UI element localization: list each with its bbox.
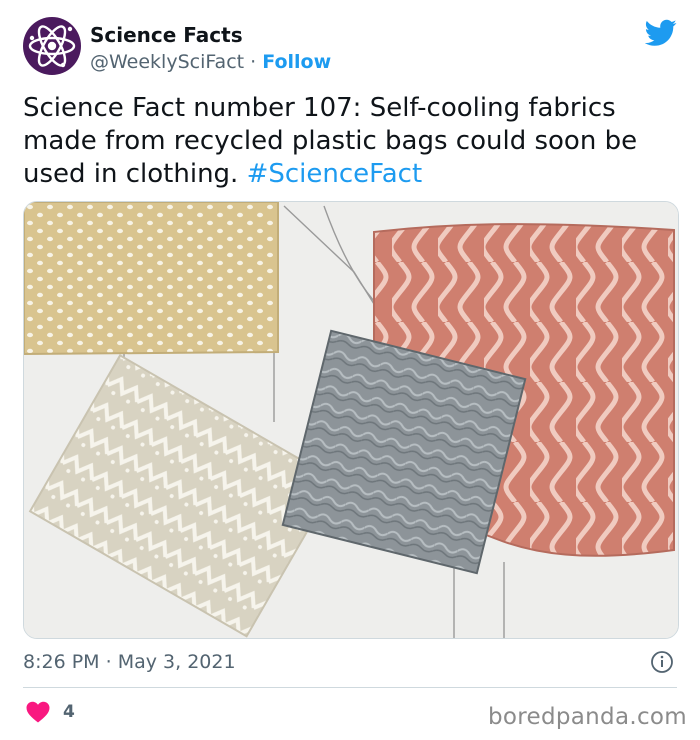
watermark: boredpanda.com — [488, 704, 687, 730]
author-display-name[interactable]: Science Facts — [90, 22, 243, 48]
atom-icon — [28, 25, 76, 68]
tweet-time: 8:26 PM — [23, 651, 100, 673]
author-handle-row: @WeeklySciFact · Follow — [90, 50, 331, 74]
heart-icon[interactable] — [26, 701, 50, 723]
divider — [23, 687, 677, 688]
info-icon[interactable] — [650, 650, 674, 674]
tweet-timestamp[interactable]: 8:26 PM · May 3, 2021 — [23, 650, 236, 674]
hashtag-link[interactable]: #ScienceFact — [247, 159, 423, 189]
twitter-bird-icon[interactable] — [645, 19, 677, 47]
tweet-media[interactable] — [23, 201, 679, 639]
like-count: 4 — [63, 702, 75, 722]
follow-button[interactable]: Follow — [262, 51, 331, 73]
avatar[interactable] — [23, 17, 81, 75]
knitted-fabric-samples-image — [24, 202, 678, 638]
handle-separator: · — [250, 51, 257, 73]
tweet-date: May 3, 2021 — [117, 651, 236, 673]
timestamp-separator: · — [105, 651, 112, 673]
author-handle[interactable]: @WeeklySciFact — [90, 51, 244, 73]
tweet-text: Science Fact number 107: Self-cooling fa… — [23, 92, 683, 191]
